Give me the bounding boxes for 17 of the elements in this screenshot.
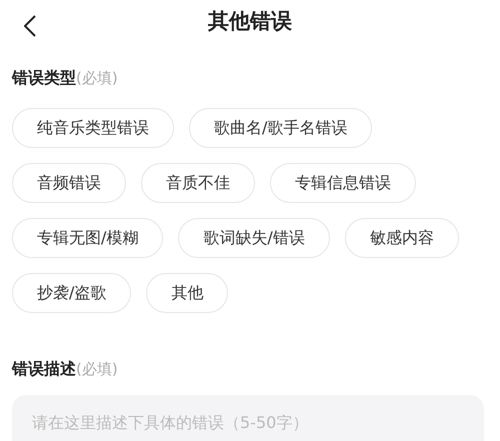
error-type-chip[interactable]: 音频错误: [12, 163, 126, 203]
error-type-chip[interactable]: 专辑信息错误: [270, 163, 416, 203]
error-type-chip[interactable]: 音质不佳: [141, 163, 255, 203]
error-type-chip[interactable]: 纯音乐类型错误: [12, 108, 174, 148]
description-field[interactable]: 请在这里描述下具体的错误（5-50字）: [12, 395, 484, 441]
error-type-chip[interactable]: 其他: [146, 273, 228, 313]
error-type-chip[interactable]: 歌词缺失/错误: [178, 218, 330, 258]
error-type-chip[interactable]: 歌曲名/歌手名错误: [189, 108, 372, 148]
error-type-chip[interactable]: 专辑无图/模糊: [12, 218, 164, 258]
back-icon: [24, 15, 36, 37]
required-hint: (必填): [76, 359, 118, 380]
section-label: 错误类型: [12, 67, 76, 89]
error-type-chip[interactable]: 敏感内容: [344, 218, 459, 258]
error-type-chip[interactable]: 抄袭/盗歌: [12, 273, 132, 313]
section-label: 错误描述: [12, 358, 76, 380]
required-hint: (必填): [76, 68, 118, 89]
page-title: 其他错误: [208, 8, 292, 36]
